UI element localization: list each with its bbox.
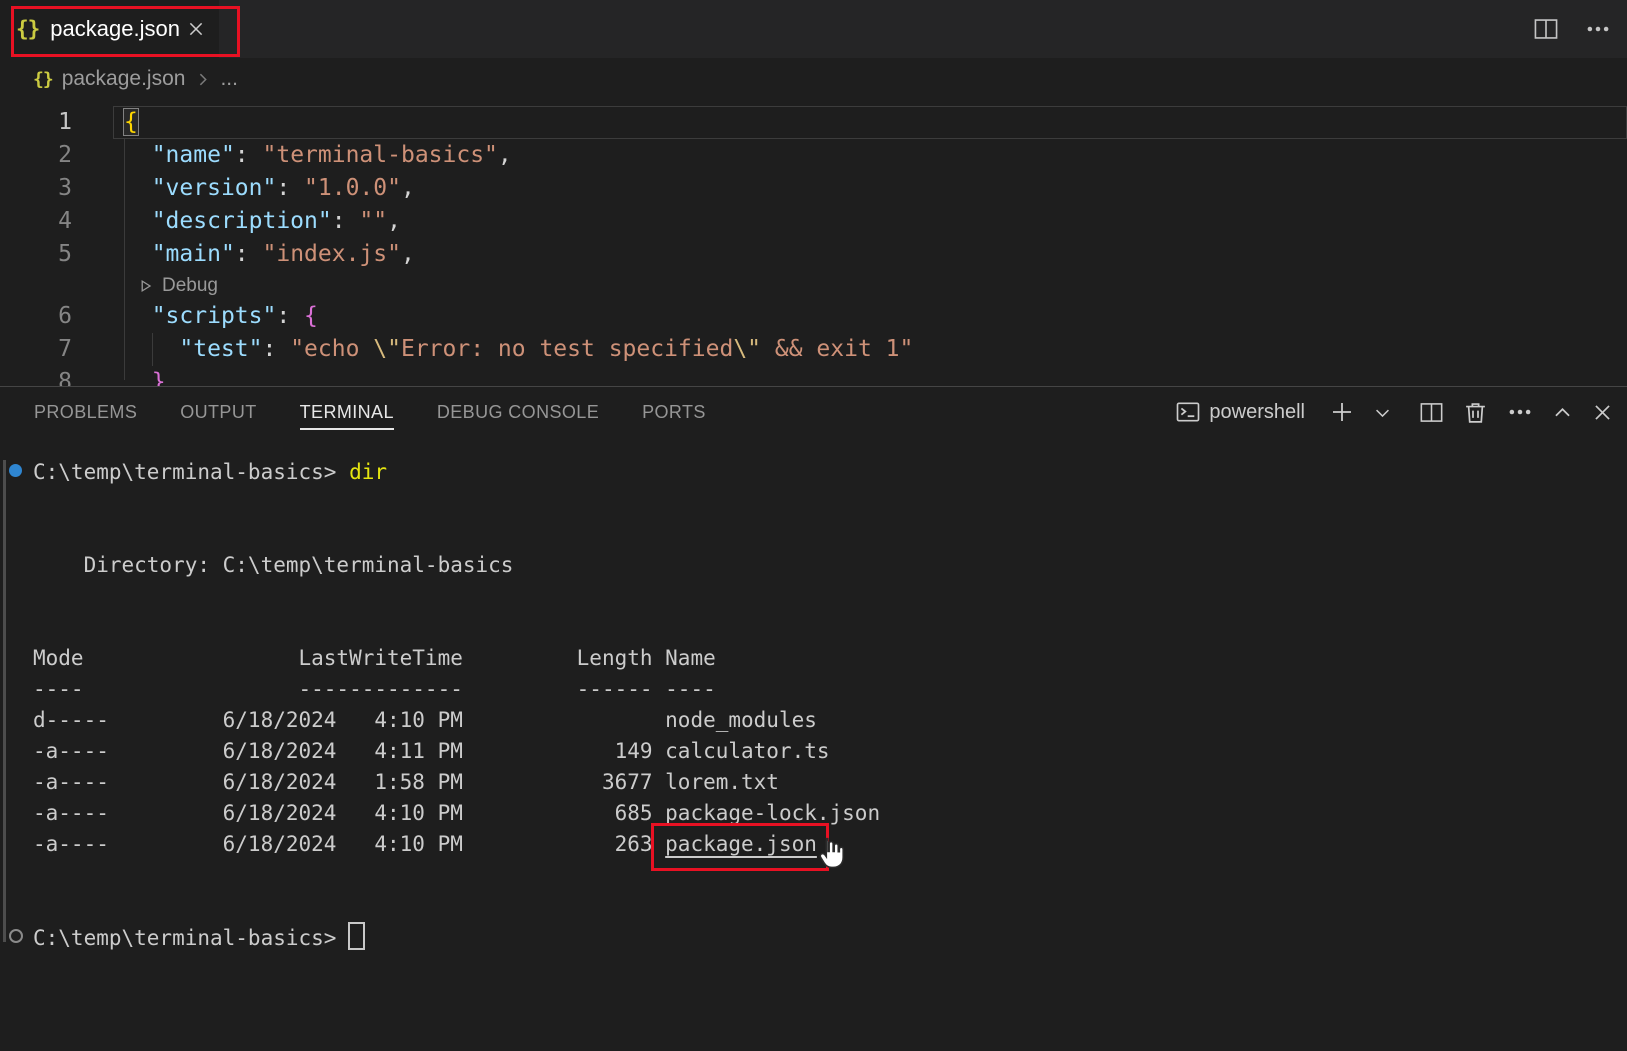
command-success-decoration-icon[interactable] xyxy=(9,464,22,477)
trash-icon[interactable] xyxy=(1463,400,1488,425)
editor-tab-bar: {} package.json xyxy=(0,0,1627,58)
breadcrumb-ellipsis[interactable]: ... xyxy=(220,67,238,91)
terminal-row: Mode LastWriteTime Length Name xyxy=(33,643,1627,674)
terminal-row: -a---- 6/18/2024 1:58 PM 3677 lorem.txt xyxy=(33,767,1627,798)
line-content: "version": "1.0.0", xyxy=(113,172,1627,205)
terminal-row xyxy=(33,612,1627,643)
panel-tab-terminal[interactable]: TERMINAL xyxy=(300,387,394,437)
json-braces-icon: {} xyxy=(33,69,53,90)
breadcrumb-file[interactable]: package.json xyxy=(62,67,186,91)
breadcrumb: {} package.json ... xyxy=(0,58,1627,100)
terminal-icon xyxy=(1176,400,1200,424)
command-block-guide xyxy=(3,460,6,942)
terminal-prompt-row: C:\temp\terminal-basics> xyxy=(33,922,1627,953)
code-line[interactable]: 8 } xyxy=(0,366,1627,386)
terminal-row: -a---- 6/18/2024 4:10 PM 685 package-loc… xyxy=(33,798,1627,829)
terminal-row xyxy=(33,860,1627,891)
editor-lines: 1{2 "name": "terminal-basics",3 "version… xyxy=(0,106,1627,386)
panel-actions: powershell xyxy=(1176,399,1613,425)
split-terminal-icon[interactable] xyxy=(1419,400,1444,425)
close-icon[interactable] xyxy=(1592,402,1613,423)
line-content: "name": "terminal-basics", xyxy=(113,139,1627,172)
line-number: 7 xyxy=(0,333,113,366)
terminal-row: d----- 6/18/2024 4:10 PM node_modules xyxy=(33,705,1627,736)
chevron-down-icon[interactable] xyxy=(1373,403,1392,422)
command-pending-decoration-icon xyxy=(9,929,23,943)
line-number: 5 xyxy=(0,238,113,271)
line-content: "description": "", xyxy=(113,205,1627,238)
terminal-output-area[interactable]: C:\temp\terminal-basics> dir Directory: … xyxy=(0,437,1627,953)
line-number: 8 xyxy=(0,366,113,386)
terminal-row xyxy=(33,891,1627,922)
line-number: 4 xyxy=(0,205,113,238)
terminal-row xyxy=(33,519,1627,550)
chevron-right-icon xyxy=(194,71,211,88)
line-content: } xyxy=(113,366,1627,386)
code-line[interactable]: 1{ xyxy=(0,106,1627,139)
plus-icon[interactable] xyxy=(1330,400,1354,424)
tab-label: package.json xyxy=(50,16,183,42)
panel-tab-problems[interactable]: PROBLEMS xyxy=(34,387,137,437)
more-actions-icon[interactable] xyxy=(1507,399,1533,425)
panel-tabs: PROBLEMS OUTPUT TERMINAL DEBUG CONSOLE PORTS xyxy=(34,387,706,437)
terminal-row: ---- ------------- ------ ---- xyxy=(33,674,1627,705)
json-braces-icon: {} xyxy=(16,17,39,41)
tab-package-json[interactable]: {} package.json xyxy=(0,0,219,58)
editor-code-area[interactable]: 1{2 "name": "terminal-basics",3 "version… xyxy=(0,100,1627,386)
more-actions-icon[interactable] xyxy=(1585,16,1611,42)
terminal-row: -a---- 6/18/2024 4:11 PM 149 calculator.… xyxy=(33,736,1627,767)
close-icon[interactable] xyxy=(183,16,209,42)
terminal-row: -a---- 6/18/2024 4:10 PM 263 package.jso… xyxy=(33,829,1627,860)
terminal-row xyxy=(33,488,1627,519)
chevron-up-icon[interactable] xyxy=(1552,402,1573,423)
code-line[interactable]: 6 "scripts": { xyxy=(0,300,1627,333)
line-number: 6 xyxy=(0,300,113,333)
terminal-rows: C:\temp\terminal-basics> dir Directory: … xyxy=(33,457,1627,953)
panel-header: PROBLEMS OUTPUT TERMINAL DEBUG CONSOLE PORTS… xyxy=(0,387,1627,437)
code-line[interactable]: 2 "name": "terminal-basics", xyxy=(0,139,1627,172)
code-line[interactable]: 5 "main": "index.js", xyxy=(0,238,1627,271)
terminal-cursor xyxy=(348,922,365,950)
panel-tab-ports[interactable]: PORTS xyxy=(642,387,706,437)
line-content: "main": "index.js", xyxy=(113,238,1627,271)
line-number: 2 xyxy=(0,139,113,172)
line-content: { xyxy=(113,106,1627,139)
panel-tab-debug-console[interactable]: DEBUG CONSOLE xyxy=(437,387,599,437)
line-number: 1 xyxy=(0,106,113,139)
vscode-window: {} package.json {} package.json ... 1{2 … xyxy=(0,0,1627,1051)
terminal-command-text: dir xyxy=(349,460,387,484)
codelens-debug[interactable]: Debug xyxy=(0,271,1627,300)
terminal-file-link-package-json[interactable]: package.json xyxy=(665,829,817,860)
line-number: 3 xyxy=(0,172,113,205)
split-editor-icon[interactable] xyxy=(1533,16,1559,42)
editor-actions xyxy=(1533,0,1627,58)
shell-label: powershell xyxy=(1209,401,1305,424)
play-icon xyxy=(138,278,153,294)
line-content: "scripts": { xyxy=(113,300,1627,333)
line-content: "test": "echo \"Error: no test specified… xyxy=(113,333,1627,366)
terminal-row xyxy=(33,581,1627,612)
code-line[interactable]: 7 "test": "echo \"Error: no test specifi… xyxy=(0,333,1627,366)
panel-tab-output[interactable]: OUTPUT xyxy=(180,387,256,437)
code-line[interactable]: 3 "version": "1.0.0", xyxy=(0,172,1627,205)
terminal-command-row: C:\temp\terminal-basics> dir xyxy=(33,457,1627,488)
bottom-panel: PROBLEMS OUTPUT TERMINAL DEBUG CONSOLE PORTS… xyxy=(0,386,1627,1051)
code-line[interactable]: 4 "description": "", xyxy=(0,205,1627,238)
terminal-row: Directory: C:\temp\terminal-basics xyxy=(33,550,1627,581)
terminal-instance-powershell[interactable]: powershell xyxy=(1176,400,1311,424)
